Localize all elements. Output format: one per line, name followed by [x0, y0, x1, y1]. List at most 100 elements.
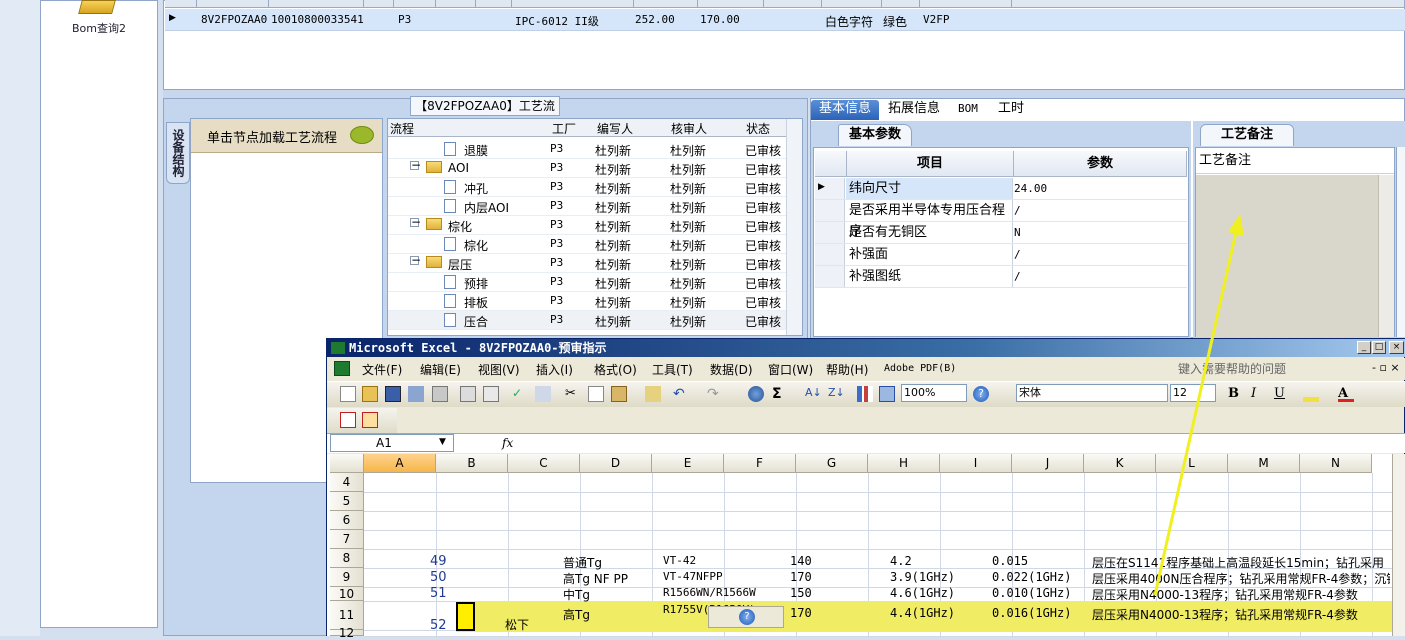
help-icon[interactable]: ? — [739, 609, 755, 625]
research-icon[interactable] — [535, 386, 551, 402]
dk-cell[interactable]: 4.2 — [890, 554, 912, 568]
menu-item[interactable]: 帮助(H) — [826, 361, 868, 378]
df-cell[interactable]: 0.010(1GHz) — [992, 586, 1071, 600]
row-label-cell[interactable]: 50 — [430, 570, 447, 585]
dk-cell[interactable]: 3.9(1GHz) — [890, 570, 955, 584]
new-icon[interactable] — [340, 386, 356, 402]
temp-cell[interactable]: 170 — [790, 570, 812, 584]
underline-icon[interactable]: U — [1274, 386, 1290, 402]
df-cell[interactable]: 0.015 — [992, 554, 1028, 568]
sort-descending-icon[interactable]: Z↓ — [828, 386, 845, 402]
col-header[interactable]: 工厂 — [552, 120, 576, 137]
tree-row[interactable]: 预排 P3 杜列新 杜列新 已审核 — [388, 273, 786, 292]
help-icon[interactable]: ? — [973, 386, 989, 402]
tree-row[interactable]: − 层压 P3 杜列新 杜列新 已审核 — [388, 254, 786, 273]
tab-work-hours[interactable]: 工时 — [998, 100, 1024, 120]
menu-item[interactable]: 插入(I) — [536, 361, 573, 378]
column-header[interactable]: G — [796, 454, 868, 473]
dk-cell[interactable]: 4.6(1GHz) — [890, 586, 955, 600]
copy-icon[interactable] — [588, 386, 604, 402]
df-cell[interactable]: 0.016(1GHz) — [992, 606, 1071, 620]
row-header[interactable]: 7 — [330, 530, 364, 549]
collapse-icon[interactable]: − — [410, 254, 421, 266]
menu-item[interactable]: 视图(V) — [478, 361, 520, 378]
menu-item[interactable]: 格式(O) — [594, 361, 637, 378]
spelling-icon[interactable]: ✓ — [512, 386, 528, 402]
splitter[interactable] — [163, 90, 1405, 98]
maximize-button[interactable]: □ — [1372, 341, 1386, 354]
vendor-cell[interactable]: 松下 — [505, 616, 529, 633]
undo-icon[interactable]: ↶ — [673, 386, 689, 402]
font-color-icon[interactable]: A — [1338, 386, 1354, 402]
col-header[interactable]: 状态 — [746, 120, 770, 137]
print-icon[interactable] — [432, 386, 448, 402]
tab-equipment-structure[interactable]: 设备结构 — [166, 122, 190, 184]
param-value[interactable]: N — [1014, 226, 1021, 239]
help-search-input[interactable]: 键入需要帮助的问题 — [1178, 360, 1368, 378]
param-value[interactable]: / — [1014, 248, 1021, 261]
temp-cell[interactable]: 150 — [790, 586, 812, 600]
tg-cell[interactable]: 普通Tg — [563, 554, 602, 571]
column-header[interactable]: C — [508, 454, 580, 473]
format-painter-icon[interactable] — [645, 386, 661, 402]
row-header[interactable]: 6 — [330, 511, 364, 530]
font-size-select[interactable]: 12 — [1170, 384, 1216, 402]
column-header[interactable]: H — [868, 454, 940, 473]
excel-doc-icon[interactable] — [334, 361, 350, 376]
tab-basic-params[interactable]: 基本参数 — [838, 124, 912, 146]
row-header[interactable]: 8 — [330, 549, 364, 568]
excel-title-bar[interactable]: Microsoft Excel - 8V2FPOZAA0-预审指示 — [327, 339, 1405, 357]
tg-cell[interactable]: 高Tg — [563, 606, 590, 623]
tree-row[interactable]: − AOI P3 杜列新 杜列新 已审核 — [388, 159, 786, 178]
col-header[interactable]: 流程 — [390, 120, 414, 137]
folder-icon[interactable] — [78, 0, 116, 14]
bold-icon[interactable]: B — [1228, 386, 1244, 402]
row-label-cell[interactable]: 51 — [430, 586, 447, 601]
col-header-param[interactable]: 参数 — [1014, 151, 1187, 177]
param-row[interactable]: 是否有无铜区 N — [815, 222, 1187, 244]
column-header[interactable]: J — [1012, 454, 1084, 473]
tg-cell[interactable]: 高Tg NF PP — [563, 570, 628, 587]
row-label-cell[interactable]: 52 — [430, 618, 447, 633]
row-header[interactable]: 12 — [330, 627, 364, 639]
drawing-icon[interactable] — [879, 386, 895, 402]
tree-row[interactable]: 排板 P3 杜列新 杜列新 已审核 — [388, 292, 786, 311]
param-row[interactable]: 补强面 / — [815, 244, 1187, 266]
param-row[interactable]: 是否采用半导体专用压合程序 / — [815, 200, 1187, 239]
chevron-down-icon[interactable]: ▼ — [439, 437, 446, 447]
menu-item[interactable]: 编辑(E) — [420, 361, 461, 378]
bom-query-label[interactable]: Bom查询2 — [60, 20, 138, 36]
menu-item[interactable]: 数据(D) — [710, 361, 753, 378]
tree-row[interactable]: − 棕化 P3 杜列新 杜列新 已审核 — [388, 216, 786, 235]
process-note-cell[interactable]: 层压采用N4000-13程序；钻孔采用常规FR-4参数 — [1092, 606, 1390, 623]
pdf-mail-icon[interactable] — [362, 412, 378, 428]
fx-icon[interactable]: fx — [502, 436, 513, 450]
tab-process-notes[interactable]: 工艺备注 — [1200, 124, 1294, 146]
process-note-cell[interactable]: 层压采用N4000-13程序；钻孔采用常规FR-4参数 — [1092, 586, 1390, 603]
process-title-tab[interactable]: 【8V2FPOZAA0】工艺流程 — [410, 96, 560, 131]
column-header[interactable]: N — [1300, 454, 1372, 473]
menu-item[interactable]: 窗口(W) — [768, 361, 813, 378]
chart-wizard-icon[interactable] — [857, 386, 873, 402]
row-header[interactable]: 4 — [330, 473, 364, 492]
process-note-cell[interactable]: 层压采用4000N压合程序；钻孔采用常规FR-4参数；沉铜 — [1092, 570, 1390, 587]
select-all-corner[interactable] — [330, 454, 364, 473]
tab-extended-info[interactable]: 拓展信息 — [888, 100, 940, 120]
column-header[interactable]: E — [652, 454, 724, 473]
param-row[interactable]: 补强图纸 / — [815, 266, 1187, 288]
font-select[interactable]: 宋体 — [1016, 384, 1168, 402]
selected-cell[interactable] — [456, 602, 475, 631]
column-header[interactable]: I — [940, 454, 1012, 473]
menu-item[interactable]: Adobe PDF(B) — [884, 363, 956, 374]
column-header[interactable]: F — [724, 454, 796, 473]
material-cell[interactable]: VT-47NFPP — [663, 570, 723, 583]
cut-icon[interactable]: ✂ — [565, 386, 581, 402]
redo-icon[interactable]: ↷ — [707, 386, 723, 402]
row-label-cell[interactable]: 49 — [430, 554, 447, 569]
hyperlink-icon[interactable] — [748, 386, 764, 402]
param-row[interactable]: ▶ 纬向尺寸 24.00 — [815, 178, 1187, 200]
italic-icon[interactable]: I — [1251, 386, 1267, 402]
minimize-button[interactable]: _ — [1357, 341, 1371, 354]
col-header-item[interactable]: 项目 — [847, 151, 1014, 177]
menu-item[interactable]: 文件(F) — [362, 361, 402, 378]
